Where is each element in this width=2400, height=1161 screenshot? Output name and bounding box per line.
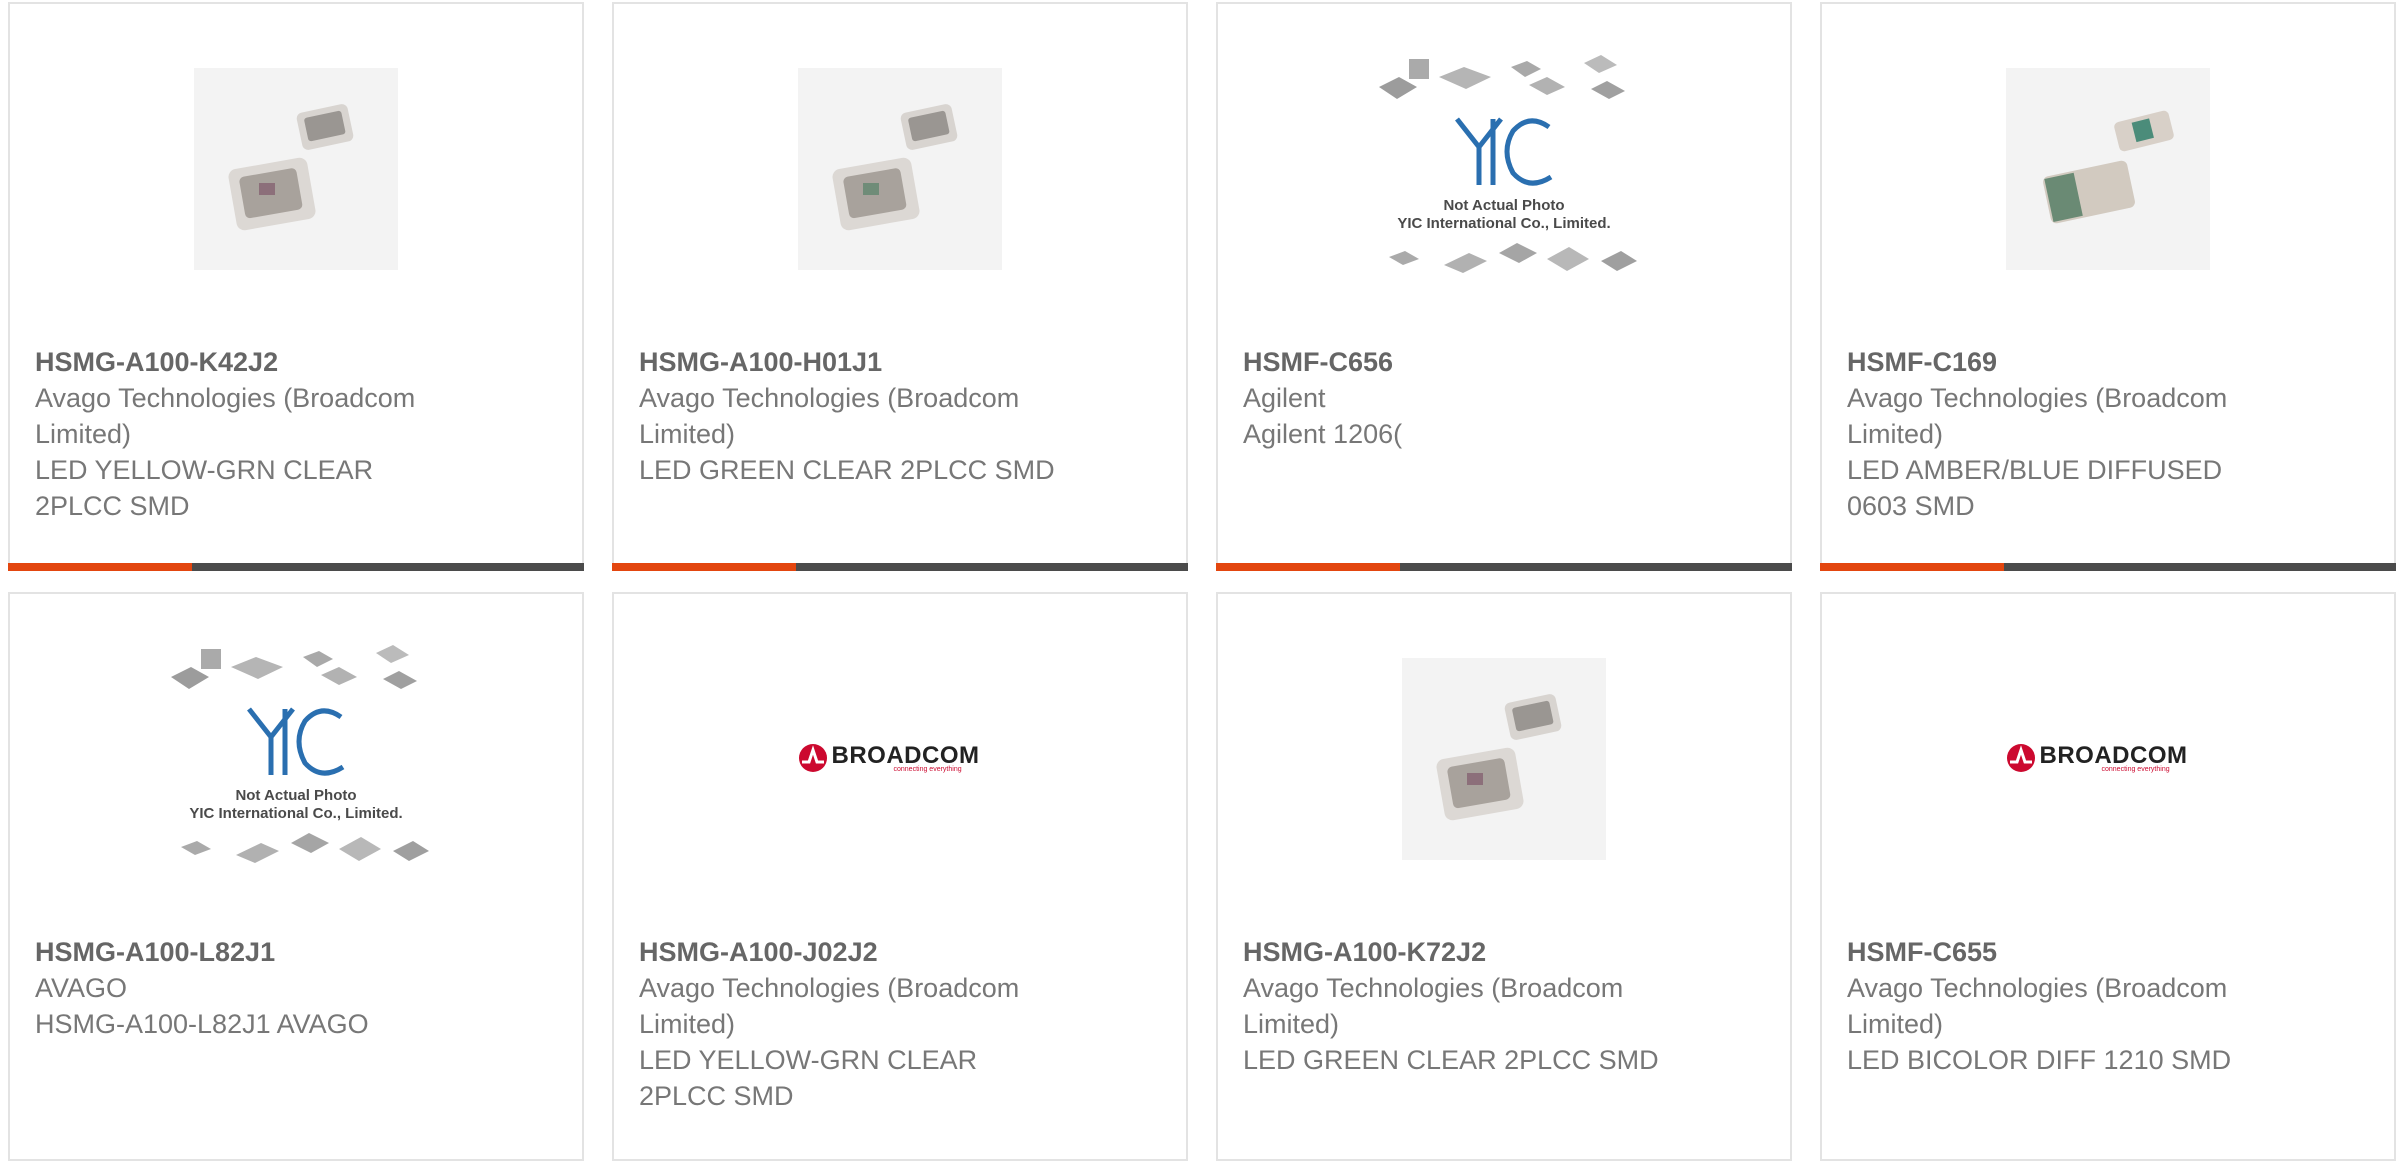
broadcom-logo: BROADCOM connecting everything bbox=[2006, 739, 2211, 779]
manufacturer: AVAGO bbox=[35, 973, 128, 1003]
card-accent bbox=[1216, 563, 1400, 571]
manufacturer: Avago Technologies (Broadcom Limited) bbox=[639, 383, 1020, 449]
description: LED YELLOW-GRN CLEAR 2PLCC SMD bbox=[35, 455, 374, 521]
part-number[interactable]: HSMF-C656 bbox=[1243, 344, 1673, 380]
product-image[interactable] bbox=[10, 64, 582, 274]
placeholder-line1: Not Actual Photo bbox=[235, 786, 357, 804]
led-2plcc-photo bbox=[1402, 658, 1606, 860]
card-accent bbox=[1820, 563, 2004, 571]
led-2plcc-photo bbox=[798, 68, 1002, 270]
product-card[interactable]: HSMG-A100-K42J2 Avago Technologies (Broa… bbox=[8, 2, 584, 571]
product-image[interactable]: BROADCOM connecting everything bbox=[614, 654, 1186, 864]
yic-placeholder: Not Actual Photo YIC International Co., … bbox=[1369, 47, 1639, 292]
manufacturer: Avago Technologies (Broadcom Limited) bbox=[639, 973, 1020, 1039]
product-card[interactable]: BROADCOM connecting everything HSMG-A100… bbox=[612, 592, 1188, 1161]
description: LED YELLOW-GRN CLEAR 2PLCC SMD bbox=[639, 1045, 978, 1111]
product-card[interactable]: HSMG-A100-K72J2 Avago Technologies (Broa… bbox=[1216, 592, 1792, 1161]
part-number[interactable]: HSMG-A100-J02J2 bbox=[639, 934, 1069, 970]
product-grid: HSMG-A100-K42J2 Avago Technologies (Broa… bbox=[0, 0, 2400, 1161]
product-card[interactable]: Not Actual Photo YIC International Co., … bbox=[8, 592, 584, 1161]
manufacturer: Avago Technologies (Broadcom Limited) bbox=[1243, 973, 1624, 1039]
description: LED GREEN CLEAR 2PLCC SMD bbox=[639, 455, 1055, 485]
product-image[interactable] bbox=[614, 64, 1186, 274]
description: Agilent 1206( bbox=[1243, 419, 1403, 449]
description: LED AMBER/BLUE DIFFUSED 0603 SMD bbox=[1847, 455, 2223, 521]
card-bottom-bar bbox=[1820, 563, 2396, 571]
description: HSMG-A100-L82J1 AVAGO bbox=[35, 1009, 369, 1039]
led-0603-photo bbox=[2006, 68, 2210, 270]
placeholder-line1: Not Actual Photo bbox=[1443, 196, 1565, 214]
product-card[interactable]: HSMF-C169 Avago Technologies (Broadcom L… bbox=[1820, 2, 2396, 571]
card-bottom-bar bbox=[8, 563, 584, 571]
part-number[interactable]: HSMF-C655 bbox=[1847, 934, 2277, 970]
card-bottom-bar bbox=[1216, 563, 1792, 571]
part-number[interactable]: HSMG-A100-K72J2 bbox=[1243, 934, 1673, 970]
broadcom-logo: BROADCOM connecting everything bbox=[798, 739, 1003, 779]
placeholder-line2: YIC International Co., Limited. bbox=[189, 804, 403, 822]
yic-placeholder: Not Actual Photo YIC International Co., … bbox=[161, 637, 431, 882]
part-number[interactable]: HSMF-C169 bbox=[1847, 344, 2277, 380]
manufacturer: Avago Technologies (Broadcom Limited) bbox=[1847, 973, 2228, 1039]
product-image[interactable]: BROADCOM connecting everything bbox=[1822, 654, 2394, 864]
manufacturer: Avago Technologies (Broadcom Limited) bbox=[35, 383, 416, 449]
broadcom-tagline: connecting everything bbox=[2101, 766, 2170, 773]
part-number[interactable]: HSMG-A100-L82J1 bbox=[35, 934, 465, 970]
led-2plcc-photo bbox=[194, 68, 398, 270]
card-accent bbox=[8, 563, 192, 571]
part-number[interactable]: HSMG-A100-K42J2 bbox=[35, 344, 465, 380]
product-image[interactable] bbox=[1822, 64, 2394, 274]
product-image[interactable] bbox=[1218, 654, 1790, 864]
product-card[interactable]: HSMG-A100-H01J1 Avago Technologies (Broa… bbox=[612, 2, 1188, 571]
product-image[interactable]: Not Actual Photo YIC International Co., … bbox=[10, 644, 582, 864]
manufacturer: Avago Technologies (Broadcom Limited) bbox=[1847, 383, 2228, 449]
manufacturer: Agilent bbox=[1243, 383, 1326, 413]
part-number[interactable]: HSMG-A100-H01J1 bbox=[639, 344, 1069, 380]
card-accent bbox=[612, 563, 796, 571]
product-image[interactable]: Not Actual Photo YIC International Co., … bbox=[1218, 54, 1790, 274]
product-card[interactable]: BROADCOM connecting everything HSMF-C655… bbox=[1820, 592, 2396, 1161]
description: LED BICOLOR DIFF 1210 SMD bbox=[1847, 1045, 2232, 1075]
broadcom-tagline: connecting everything bbox=[893, 766, 962, 773]
placeholder-line2: YIC International Co., Limited. bbox=[1397, 214, 1611, 232]
product-card[interactable]: Not Actual Photo YIC International Co., … bbox=[1216, 2, 1792, 571]
description: LED GREEN CLEAR 2PLCC SMD bbox=[1243, 1045, 1659, 1075]
card-bottom-bar bbox=[612, 563, 1188, 571]
